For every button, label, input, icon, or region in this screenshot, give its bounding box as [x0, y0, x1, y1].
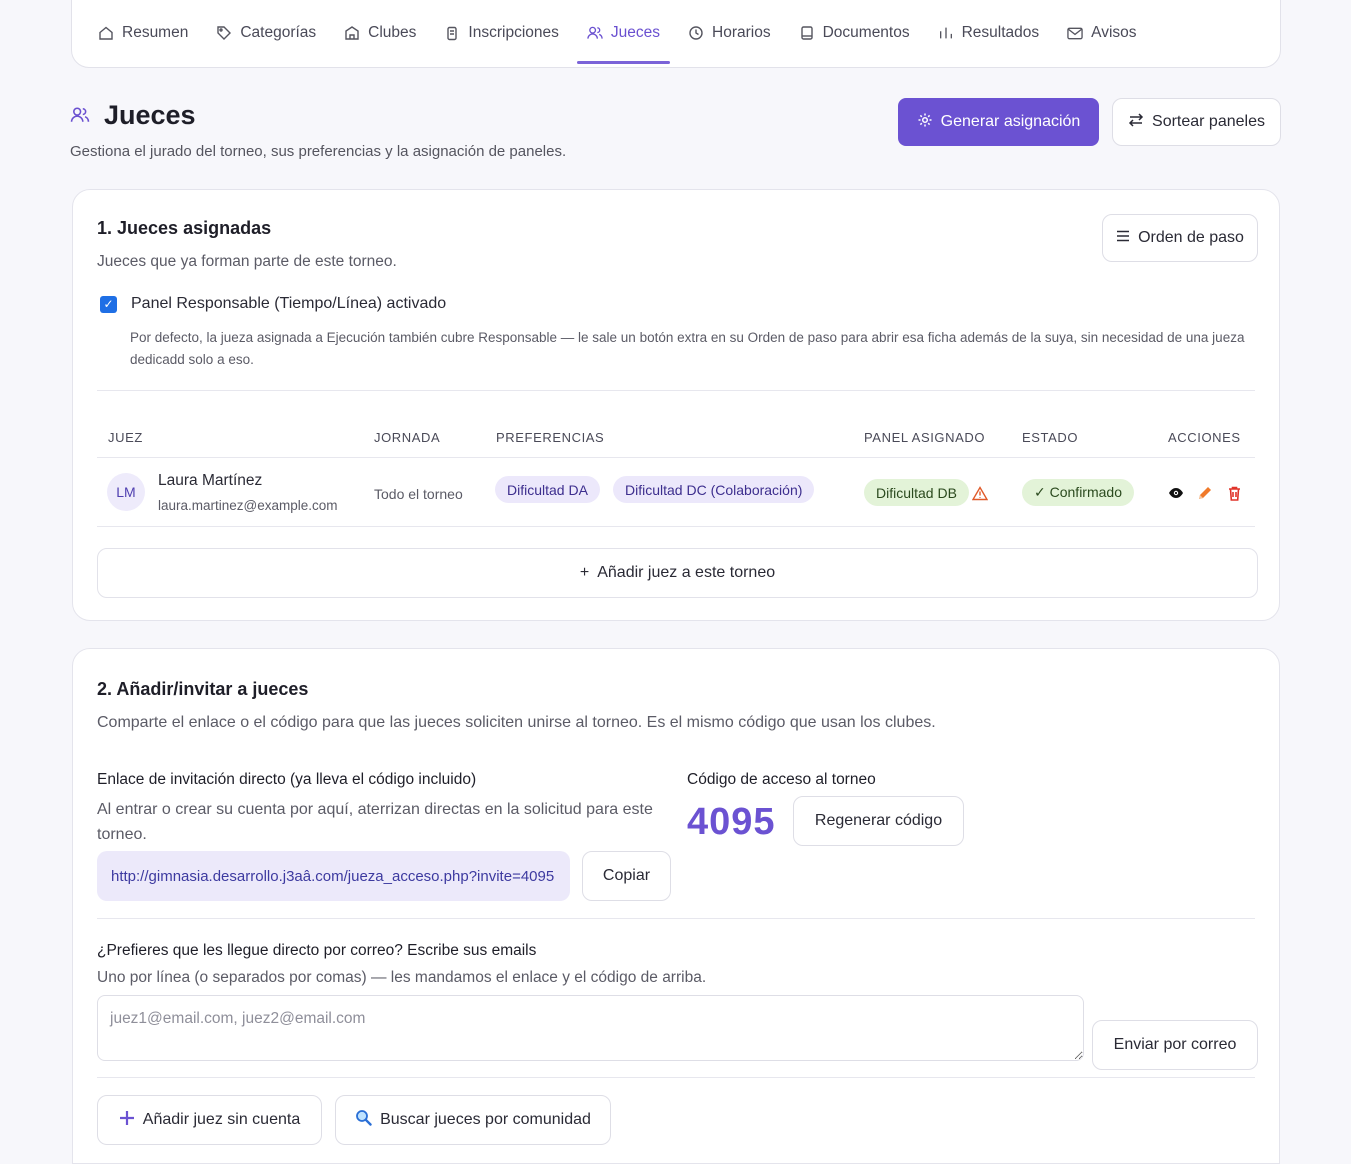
delete-trash-icon[interactable]	[1225, 484, 1243, 502]
invite-link-label: Enlace de invitación directo (ya lleva e…	[97, 771, 477, 788]
col-header-panel: PANEL ASIGNADO	[864, 430, 986, 445]
status-badge: ✓ Confirmado	[1022, 479, 1134, 506]
swap-arrows-icon	[1128, 112, 1144, 132]
tab-label: Resultados	[961, 24, 1040, 41]
divider	[97, 526, 1255, 527]
checkbox-label: Panel Responsable (Tiempo/Línea) activad…	[131, 295, 447, 312]
tab-resumen[interactable]: Resumen	[86, 2, 200, 64]
judge-name: Laura Martínez	[158, 472, 263, 489]
tab-label: Jueces	[610, 24, 661, 41]
email-invite-help: Uno por línea (o separados por comas) — …	[97, 969, 707, 986]
col-header-day: JORNADA	[374, 430, 441, 445]
view-eye-icon[interactable]	[1167, 484, 1185, 502]
tab-jueces[interactable]: Jueces	[575, 2, 672, 64]
tab-documentos[interactable]: Documentos	[787, 2, 922, 64]
clipboard-icon	[444, 25, 460, 41]
invite-judges-card: 2. Añadir/invitar a jueces Comparte el e…	[72, 648, 1280, 1164]
checkbox-help: Por defecto, la jueza asignada a Ejecuci…	[130, 330, 1245, 367]
col-header-prefs: PREFERENCIAS	[496, 430, 605, 445]
add-judge-to-tournament-button[interactable]: + Añadir juez a este torneo	[97, 548, 1258, 598]
col-header-status: ESTADO	[1022, 430, 1079, 445]
clock-icon	[688, 25, 704, 41]
divider	[97, 1077, 1255, 1078]
responsible-panel-toggle[interactable]: ✓ Panel Responsable (Tiempo/Línea) activ…	[100, 295, 446, 313]
email-invite-label: ¿Prefieres que les llegue directo por co…	[97, 942, 537, 959]
bar-chart-icon	[938, 25, 954, 41]
gear-icon	[917, 112, 933, 133]
page-subtitle: Gestiona el jurado del torneo, sus prefe…	[70, 143, 567, 160]
col-header-actions: ACCIONES	[1168, 430, 1241, 445]
generate-assignment-button[interactable]: Generar asignación	[898, 98, 1099, 146]
send-email-button[interactable]: Enviar por correo	[1092, 1020, 1258, 1070]
section-tabs: Resumen Categorías Clubes Inscripciones …	[71, 0, 1281, 68]
avatar: LM	[107, 473, 145, 511]
preference-badge: Dificultad DA	[495, 476, 600, 503]
tablet-icon	[799, 25, 815, 41]
add-judge-without-account-button[interactable]: Añadir juez sin cuenta	[97, 1095, 322, 1145]
copy-button[interactable]: Copiar	[582, 851, 671, 901]
tab-avisos[interactable]: Avisos	[1055, 2, 1148, 64]
tag-icon	[216, 25, 232, 41]
emails-textarea[interactable]	[97, 995, 1084, 1061]
tab-label: Horarios	[712, 24, 771, 41]
tab-label: Clubes	[368, 24, 417, 41]
shuffle-panels-button[interactable]: Sortear paneles	[1112, 98, 1281, 146]
plus-icon: +	[579, 564, 590, 581]
tab-label: Documentos	[822, 24, 910, 41]
assigned-judges-card: 1. Jueces asignadas Jueces que ya forman…	[72, 189, 1280, 621]
judge-day: Todo el torneo	[374, 486, 463, 502]
tab-resultados[interactable]: Resultados	[926, 2, 1052, 64]
section-title: 1. Jueces asignadas	[97, 218, 272, 238]
tab-categorias[interactable]: Categorías	[204, 2, 328, 64]
warning-icon	[971, 484, 989, 502]
col-header-judge: JUEZ	[108, 430, 143, 445]
section-subtitle: Jueces que ya forman parte de este torne…	[97, 253, 397, 270]
tab-label: Resumen	[122, 24, 189, 41]
section-title: 2. Añadir/invitar a jueces	[97, 679, 309, 699]
page-title: Jueces	[104, 100, 196, 130]
tab-label: Avisos	[1091, 24, 1137, 41]
users-icon	[587, 25, 603, 41]
plus-icon	[119, 1110, 135, 1131]
judge-email: laura.martinez@example.com	[158, 498, 338, 513]
home-icon	[98, 25, 114, 41]
mail-icon	[1067, 25, 1083, 41]
section-subtitle: Comparte el enlace o el código para que …	[97, 714, 936, 731]
tab-inscripciones[interactable]: Inscripciones	[432, 2, 570, 64]
regenerate-code-button[interactable]: Regenerar código	[793, 796, 964, 846]
search-community-button[interactable]: Buscar jueces por comunidad	[335, 1095, 611, 1145]
assigned-panel-badge: Dificultad DB	[864, 479, 969, 506]
access-code-label: Código de acceso al torneo	[687, 771, 876, 788]
search-icon	[355, 1109, 372, 1131]
tab-clubes[interactable]: Clubes	[332, 2, 428, 64]
users-icon	[70, 106, 90, 126]
invite-link-help: Al entrar o crear su cuenta por aquí, at…	[97, 801, 653, 843]
access-code: 4095	[687, 801, 776, 843]
building-icon	[344, 25, 360, 41]
tab-label: Categorías	[240, 24, 317, 41]
divider	[97, 390, 1255, 391]
divider	[97, 457, 1255, 458]
invite-link-field[interactable]: http://gimnasia.desarrollo.j3aâ.com/juez…	[97, 851, 570, 901]
preference-badge: Dificultad DC (Colaboración)	[613, 476, 815, 503]
tab-horarios[interactable]: Horarios	[676, 2, 783, 64]
list-icon	[1116, 229, 1130, 247]
page-header: Jueces Gestiona el jurado del torneo, su…	[70, 100, 1281, 160]
tab-label: Inscripciones	[468, 24, 559, 41]
checkbox-checked-icon[interactable]: ✓	[100, 295, 117, 313]
edit-pencil-icon[interactable]	[1196, 484, 1214, 502]
divider	[97, 918, 1255, 919]
order-button[interactable]: Orden de paso	[1102, 214, 1258, 262]
